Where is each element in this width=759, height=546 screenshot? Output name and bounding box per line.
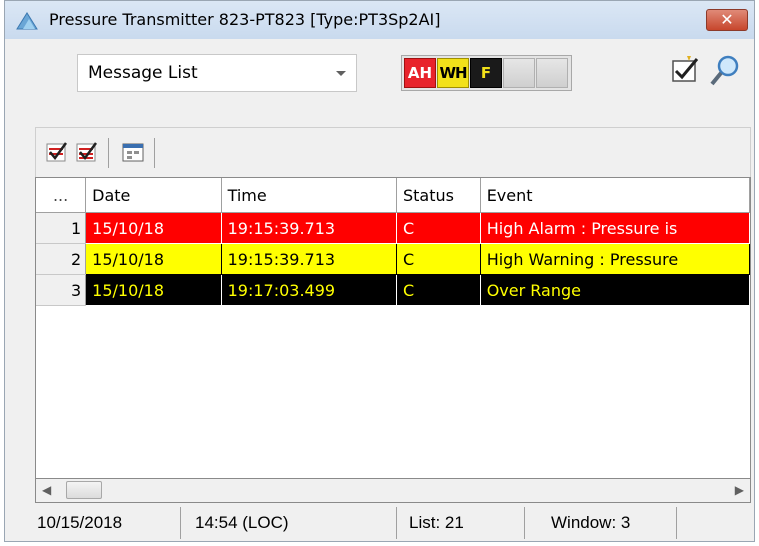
window-title: Pressure Transmitter 823-PT823 [Type:PT3… [49,10,441,29]
column-header-event[interactable]: Event [480,178,750,213]
column-header-row-number[interactable]: ... [36,178,87,213]
event-cell: Over Range [480,274,750,306]
chevron-down-icon[interactable] [326,55,356,91]
title-bar[interactable]: Pressure Transmitter 823-PT823 [Type:PT3… [5,1,754,40]
filter-high-warning-button[interactable]: WH [437,58,469,88]
status-cell: C [396,243,481,275]
filter-empty-button-2[interactable] [536,58,568,88]
filter-empty-button-1[interactable] [503,58,535,88]
acknowledge-all-icon[interactable] [76,142,98,162]
table-row[interactable]: 3 15/10/18 19:17:03.499 C Over Range [36,274,750,306]
calendar-icon[interactable] [122,142,144,162]
scroll-left-arrow-icon[interactable]: ◀ [42,483,51,497]
status-time: 14:54 (LOC) [181,507,397,539]
filter-fault-button[interactable]: F [470,58,502,88]
message-list-table: ... Date Time Status Event 1 15/10/18 19… [35,177,751,479]
acknowledge-icon[interactable] [46,142,68,162]
table-row[interactable]: 2 15/10/18 19:15:39.713 C High Warning :… [36,243,750,275]
time-cell: 19:15:39.713 [221,243,397,275]
view-selector-dropdown[interactable]: Message List [77,54,357,92]
horizontal-scrollbar[interactable]: ◀ ▶ [35,479,751,503]
pressure-transmitter-window: Pressure Transmitter 823-PT823 [Type:PT3… [4,0,755,542]
status-cell: C [396,274,481,306]
filter-check-icon[interactable] [667,53,703,89]
status-cell: C [396,212,481,244]
row-number: 1 [36,212,87,244]
date-cell: 15/10/18 [85,274,222,306]
toolbar-separator [154,138,155,168]
event-cell: High Alarm : Pressure is [480,212,750,244]
date-cell: 15/10/18 [85,212,222,244]
column-header-status[interactable]: Status [396,178,481,213]
row-number: 3 [36,274,87,306]
status-bar: 10/15/2018 14:54 (LOC) List: 21 Window: … [35,507,751,539]
table-row[interactable]: 1 15/10/18 19:15:39.713 C High Alarm : P… [36,212,750,244]
event-cell: High Warning : Pressure [480,243,750,275]
message-table: ... Date Time Status Event 1 15/10/18 19… [36,178,750,306]
status-date: 10/15/2018 [35,507,181,539]
scrollbar-thumb[interactable] [66,481,102,499]
toolbar-separator [108,138,109,168]
column-header-time[interactable]: Time [221,178,397,213]
time-cell: 19:17:03.499 [221,274,397,306]
list-toolbar [35,127,751,177]
main-toolbar: Message List AH WH F [5,39,754,115]
column-header-date[interactable]: Date [85,178,222,213]
alarm-filter-group: AH WH F [401,55,572,91]
scroll-right-arrow-icon[interactable]: ▶ [735,483,744,497]
table-header-row: ... Date Time Status Event [36,178,750,213]
status-list-count: List: 21 [397,507,525,539]
search-icon[interactable] [707,53,743,89]
status-window-count: Window: 3 [525,507,677,539]
app-logo-icon [16,12,38,30]
close-button[interactable]: ✕ [706,9,748,31]
date-cell: 15/10/18 [85,243,222,275]
filter-high-alarm-button[interactable]: AH [404,58,436,88]
view-selector-value: Message List [88,63,198,83]
time-cell: 19:15:39.713 [221,212,397,244]
row-number: 2 [36,243,87,275]
